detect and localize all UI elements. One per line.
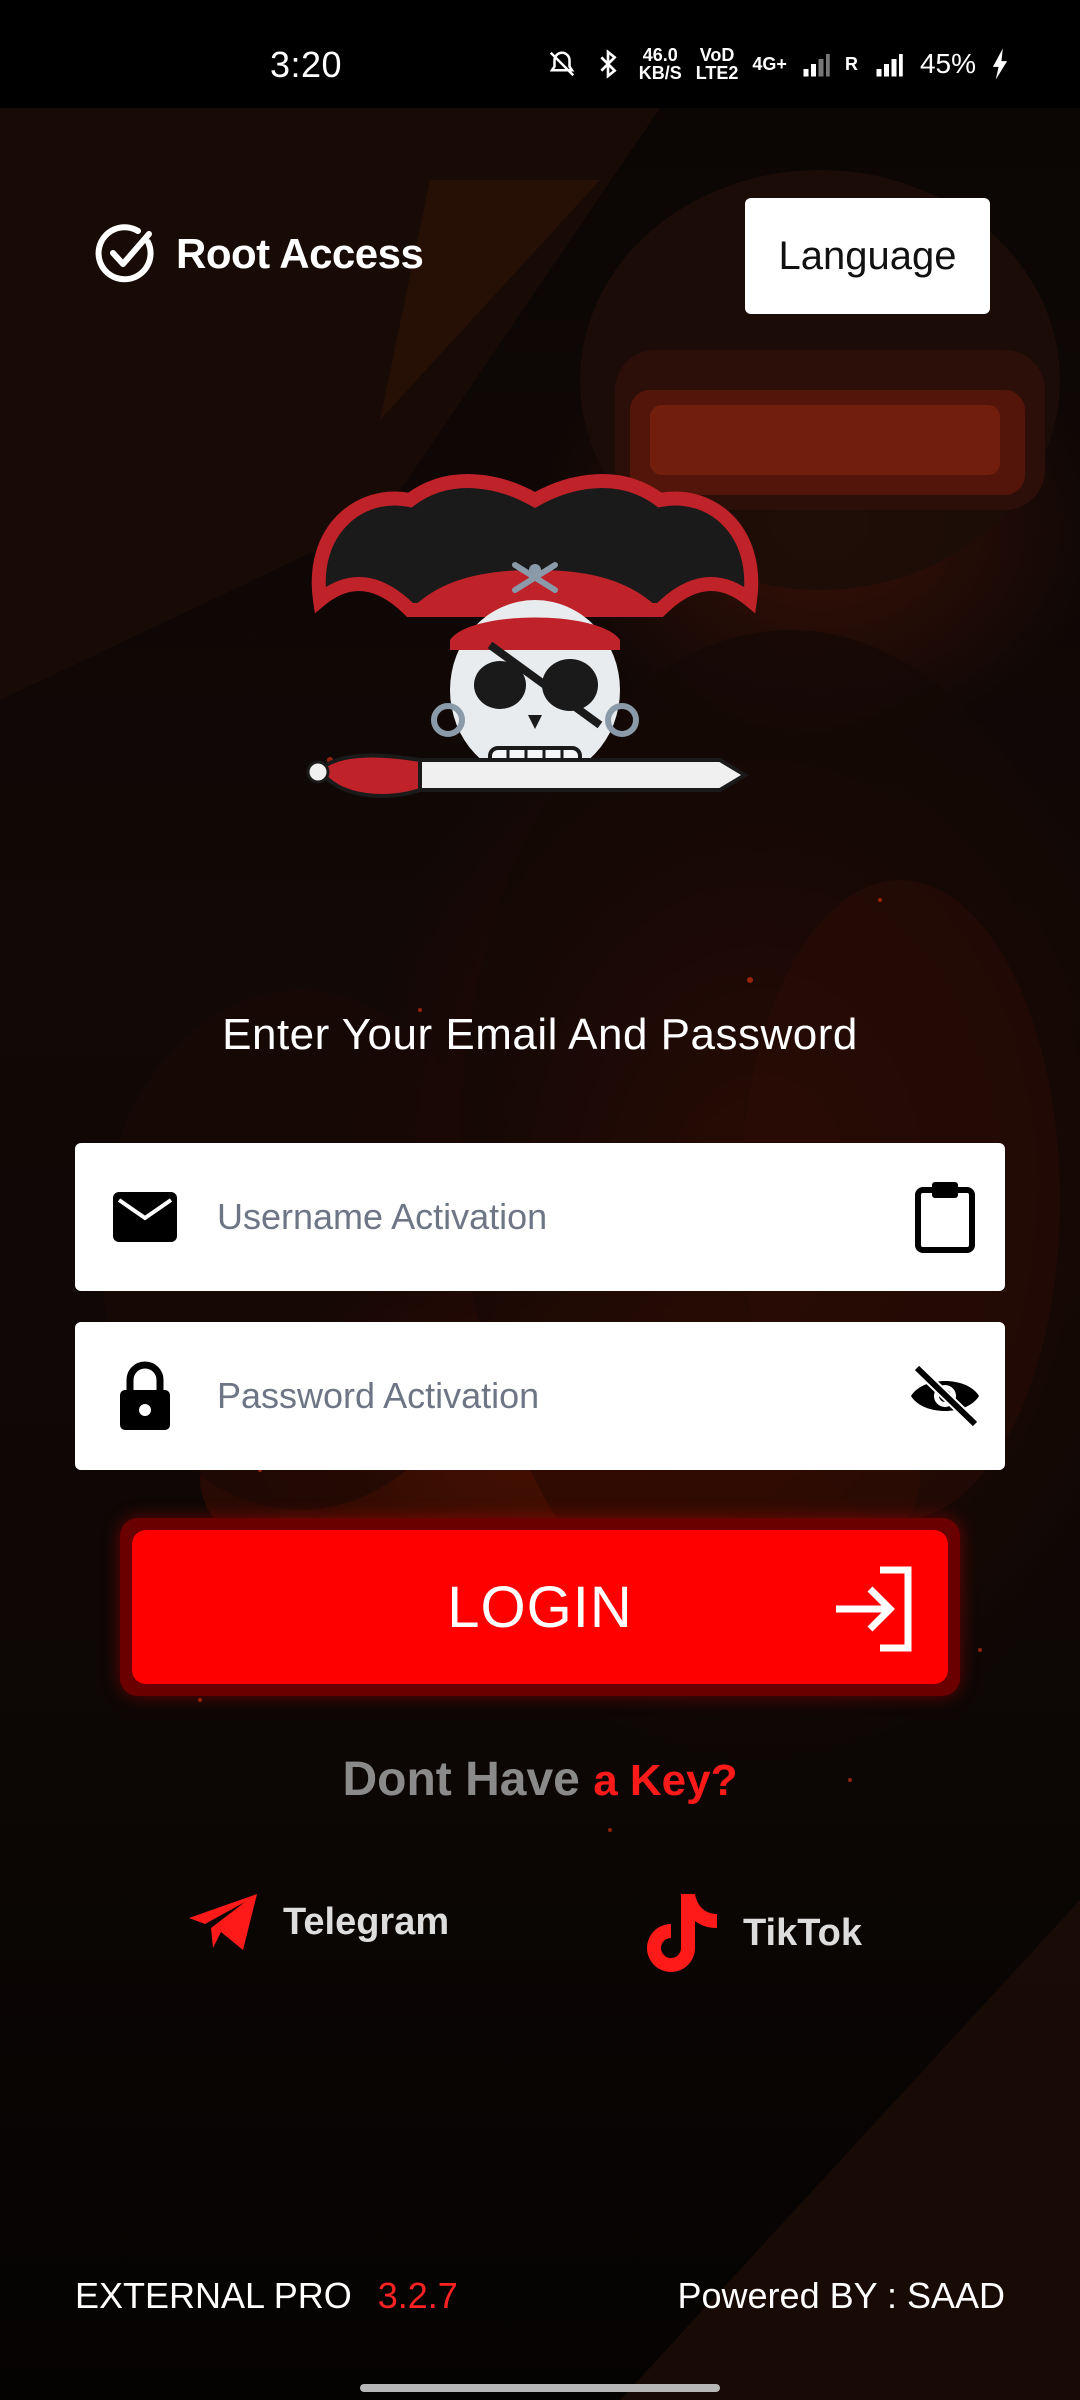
- app-version: 3.2.7: [377, 2275, 458, 2316]
- volte-indicator: VoD LTE2: [695, 45, 739, 83]
- roaming-indicator: R: [844, 54, 858, 74]
- password-field[interactable]: [75, 1322, 1005, 1470]
- login-prompt: Enter Your Email And Password: [222, 1010, 858, 1059]
- root-access-label: Root Access: [176, 230, 424, 277]
- pirate-skull-logo: [306, 474, 759, 798]
- get-key-link[interactable]: a Key?: [593, 1756, 737, 1805]
- login-button[interactable]: LOGIN: [132, 1530, 948, 1684]
- net-speed: 46.0 KB/S: [638, 45, 682, 83]
- telegram-link[interactable]: Telegram: [185, 1890, 449, 1954]
- clipboard-icon[interactable]: [914, 1180, 976, 1254]
- login-button-frame: LOGIN: [120, 1518, 960, 1696]
- app-name: EXTERNAL PRO: [75, 2275, 352, 2316]
- status-icons: 46.0 KB/S VoD LTE2 4G+ R 45%: [547, 46, 1010, 82]
- eye-off-icon[interactable]: [907, 1364, 983, 1428]
- signal-icon-2: [876, 54, 903, 77]
- root-access-indicator: Root Access: [94, 222, 424, 286]
- mail-icon: [113, 1192, 177, 1242]
- home-indicator[interactable]: [360, 2384, 720, 2392]
- powered-by: Powered BY : SAAD: [677, 2275, 1006, 2316]
- no-key-link[interactable]: Dont Have a Key?: [0, 1752, 1080, 1807]
- signal-icon-1: [803, 54, 830, 77]
- tiktok-link[interactable]: TikTok: [645, 1890, 862, 1976]
- tiktok-label: TikTok: [743, 1911, 862, 1954]
- telegram-icon: [189, 1894, 257, 1950]
- network-type: 4G+: [752, 54, 787, 74]
- tiktok-icon: [647, 1894, 717, 1972]
- login-arrow-icon: [836, 1566, 912, 1652]
- telegram-label: Telegram: [283, 1900, 450, 1943]
- username-field[interactable]: [75, 1143, 1005, 1291]
- mute-bell-icon: [549, 51, 575, 77]
- login-label: LOGIN: [447, 1574, 633, 1640]
- check-circle-icon: [95, 224, 154, 283]
- battery-level: 45%: [919, 48, 976, 79]
- login-screen: 3:20 46.0 KB/S VoD LTE2 4G+ R 45% Root A…: [0, 0, 1080, 2400]
- language-button[interactable]: Language: [745, 198, 990, 314]
- charging-bolt-icon: [992, 48, 1008, 80]
- status-bar: 3:20 46.0 KB/S VoD LTE2 4G+ R 45%: [0, 0, 1080, 108]
- no-key-text: Dont Have: [342, 1753, 594, 1806]
- password-input[interactable]: [215, 1374, 885, 1418]
- username-input[interactable]: [215, 1195, 885, 1239]
- status-time: 3:20: [270, 44, 343, 85]
- app-version-info: EXTERNAL PRO 3.2.7: [75, 2275, 458, 2317]
- lock-icon: [120, 1361, 170, 1430]
- bluetooth-icon: [600, 49, 617, 79]
